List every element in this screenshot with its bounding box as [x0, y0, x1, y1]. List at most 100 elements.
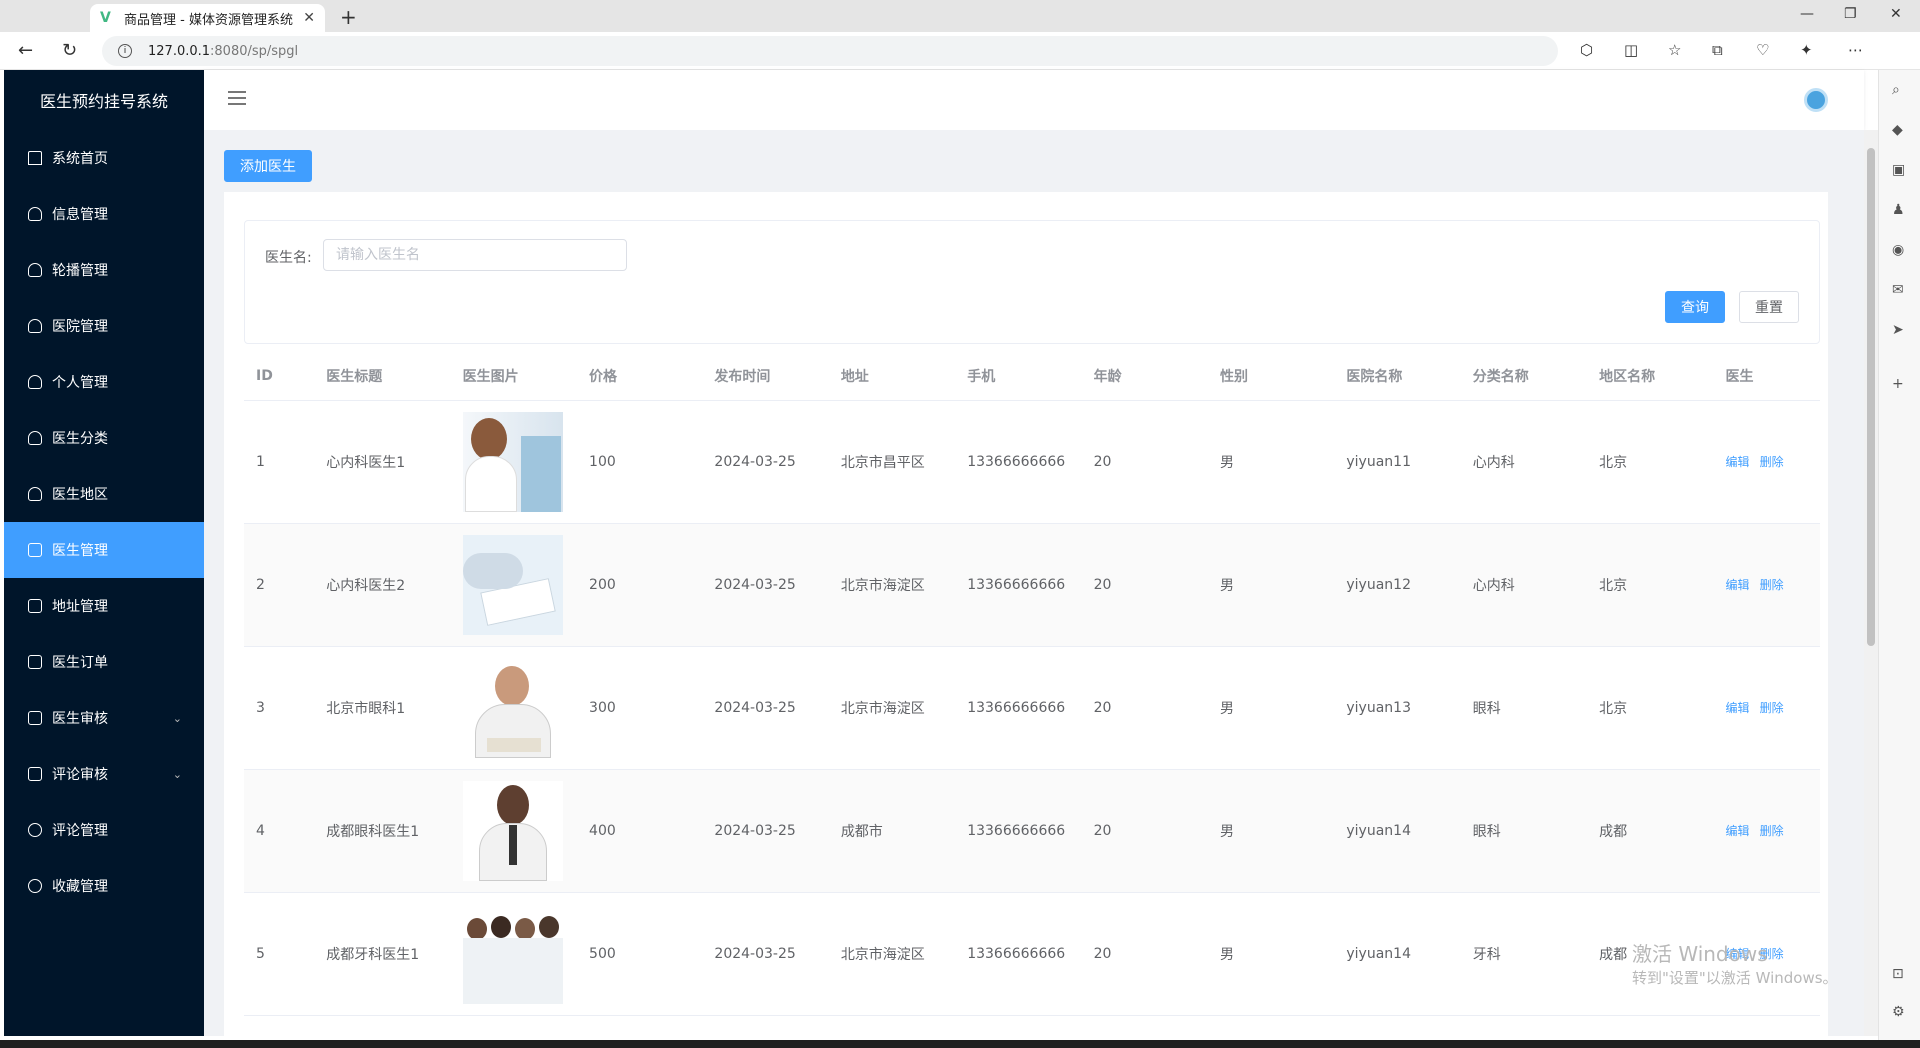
address-bar-row: ← ↻ i 127.0.0.1:8080/sp/spgl ⬡ ◫ ☆ ⧉ ♡ ✦… [0, 32, 1920, 70]
page-scrollbar[interactable] [1864, 130, 1878, 1036]
sidebar-item-8[interactable]: 地址管理 [4, 578, 204, 634]
reset-button[interactable]: 重置 [1739, 291, 1799, 323]
doctor-photo-cell [450, 892, 578, 1016]
doctor-name-search-input[interactable] [323, 239, 627, 271]
outlook-icon[interactable]: ✉ [1892, 282, 1904, 298]
cell-price: 100 [577, 400, 703, 524]
table-body: 1 心内科医生1 100 2024-03-25 北京市昌平区 13366666666 20 男… [244, 400, 1820, 1016]
tag-icon[interactable]: ◆ [1892, 122, 1903, 138]
cell-hospital: yiyuan13 [1334, 646, 1461, 770]
table-row: 3 北京市眼科1 300 2024-03-25 北京市海淀区 13366666666 20 男… [244, 646, 1820, 770]
copilot-icon[interactable]: ✦ [1800, 41, 1813, 59]
delete-button[interactable]: 删除 [1760, 455, 1784, 469]
sidebar-item-7[interactable]: 医生管理 [4, 522, 204, 578]
column-header: 价格 [577, 352, 703, 401]
doctor-photo-cell [450, 523, 578, 647]
activation-watermark: 激活 Windows 转到"设置"以激活 Windows。 [1632, 942, 1838, 990]
doctor-photo [462, 780, 563, 881]
actions-cell: 编辑 删除 [1713, 523, 1820, 647]
close-window-icon[interactable]: ✕ [1890, 6, 1902, 22]
sidebar-item-label: 轮播管理 [52, 263, 108, 279]
cell-age: 20 [1081, 646, 1208, 770]
scrollbar-thumb[interactable] [1867, 148, 1875, 646]
new-tab-icon[interactable]: + [340, 5, 357, 29]
cell-address: 北京市海淀区 [828, 892, 956, 1016]
cell-gender: 男 [1207, 892, 1335, 1016]
delete-button[interactable]: 删除 [1760, 701, 1784, 715]
edit-button[interactable]: 编辑 [1726, 824, 1750, 838]
cell-date: 2024-03-25 [702, 646, 829, 770]
minimize-icon[interactable]: — [1800, 6, 1814, 22]
cell-phone: 13366666666 [955, 646, 1082, 770]
document-icon [28, 711, 42, 725]
chat-icon [28, 823, 42, 837]
send-icon[interactable]: ➤ [1892, 322, 1904, 338]
performance-icon[interactable]: ♡ [1756, 41, 1769, 59]
browser-tab[interactable]: V 商品管理 - 媒体资源管理系统 ✕ [90, 4, 325, 32]
add-icon[interactable]: + [1892, 376, 1904, 392]
tab-title: 商品管理 - 媒体资源管理系统 [124, 12, 293, 28]
edit-button[interactable]: 编辑 [1726, 578, 1750, 592]
favorites-icon[interactable]: ☆ [1668, 41, 1681, 59]
avatar[interactable] [1804, 88, 1828, 112]
sidebar-item-0[interactable]: 系统首页 [4, 130, 204, 186]
sidebar-item-10[interactable]: 医生审核 ⌄ [4, 690, 204, 746]
sidebar-item-label: 医生管理 [52, 543, 108, 559]
column-header: 发布时间 [702, 352, 829, 401]
menu-toggle-icon[interactable] [228, 91, 246, 105]
screenshot-icon[interactable]: ⊡ [1892, 966, 1904, 982]
cell-age: 20 [1081, 400, 1208, 524]
split-screen-icon[interactable]: ◫ [1624, 41, 1638, 59]
column-header: 年龄 [1081, 352, 1208, 401]
url-field[interactable]: i 127.0.0.1:8080/sp/spgl [102, 36, 1558, 66]
cell-region: 北京 [1587, 646, 1714, 770]
restore-icon[interactable]: ❐ [1844, 6, 1857, 22]
actions-cell: 编辑 删除 [1713, 646, 1820, 770]
refresh-icon[interactable]: ↻ [62, 40, 77, 61]
column-header: ID [244, 352, 315, 401]
extensions-icon[interactable]: ⬡ [1580, 41, 1593, 59]
more-icon[interactable]: ⋯ [1848, 41, 1863, 59]
query-button[interactable]: 查询 [1665, 291, 1725, 323]
content-card: 医生名: 查询 重置 ID医生标题医生图片价格发布时间地址手机年龄性别医院名称分… [224, 192, 1828, 1036]
sidebar-item-6[interactable]: 医生地区 [4, 466, 204, 522]
add-doctor-button[interactable]: 添加医生 [224, 150, 312, 182]
sidebar-item-2[interactable]: 轮播管理 [4, 242, 204, 298]
sidebar-item-13[interactable]: 收藏管理 [4, 858, 204, 914]
sidebar-item-9[interactable]: 医生订单 [4, 634, 204, 690]
delete-button[interactable]: 删除 [1760, 824, 1784, 838]
close-tab-icon[interactable]: ✕ [303, 10, 315, 26]
edit-button[interactable]: 编辑 [1726, 455, 1750, 469]
edit-button[interactable]: 编辑 [1726, 701, 1750, 715]
user-icon [28, 487, 42, 501]
sidebar-item-label: 收藏管理 [52, 879, 108, 895]
people-icon[interactable]: ♟ [1892, 202, 1905, 218]
back-icon[interactable]: ← [18, 40, 33, 61]
taskbar [0, 1040, 1920, 1048]
cell-phone: 13366666666 [955, 523, 1082, 647]
document-icon [28, 543, 42, 557]
office-icon[interactable]: ◉ [1892, 242, 1904, 258]
cell-price: 400 [577, 769, 703, 893]
sidebar-item-5[interactable]: 医生分类 [4, 410, 204, 466]
cell-price: 300 [577, 646, 703, 770]
sidebar-item-11[interactable]: 评论审核 ⌄ [4, 746, 204, 802]
sidebar-item-12[interactable]: 评论管理 [4, 802, 204, 858]
collections-icon[interactable]: ⧉ [1712, 41, 1723, 59]
sidebar: 医生预约挂号系统 系统首页 信息管理 轮播管理 医院管理 个人管理 医生分类 医生地区 医生管… [4, 70, 204, 1036]
sidebar-item-4[interactable]: 个人管理 [4, 354, 204, 410]
cell-gender: 男 [1207, 646, 1335, 770]
search-panel: 医生名: 查询 重置 [244, 220, 1820, 344]
cell-category: 牙科 [1460, 892, 1588, 1016]
search-icon[interactable]: ⌕ [1892, 82, 1900, 98]
toolbox-icon[interactable]: ▣ [1892, 162, 1905, 178]
chevron-down-icon: ⌄ [172, 711, 182, 725]
delete-button[interactable]: 删除 [1760, 578, 1784, 592]
settings-icon[interactable]: ⚙ [1892, 1004, 1905, 1020]
site-info-icon[interactable]: i [118, 44, 132, 58]
table-row: 5 成都牙科医生1 500 2024-03-25 北京市海淀区 13366666666 20… [244, 892, 1820, 1016]
cell-gender: 男 [1207, 523, 1335, 647]
user-icon [28, 431, 42, 445]
sidebar-item-3[interactable]: 医院管理 [4, 298, 204, 354]
sidebar-item-1[interactable]: 信息管理 [4, 186, 204, 242]
